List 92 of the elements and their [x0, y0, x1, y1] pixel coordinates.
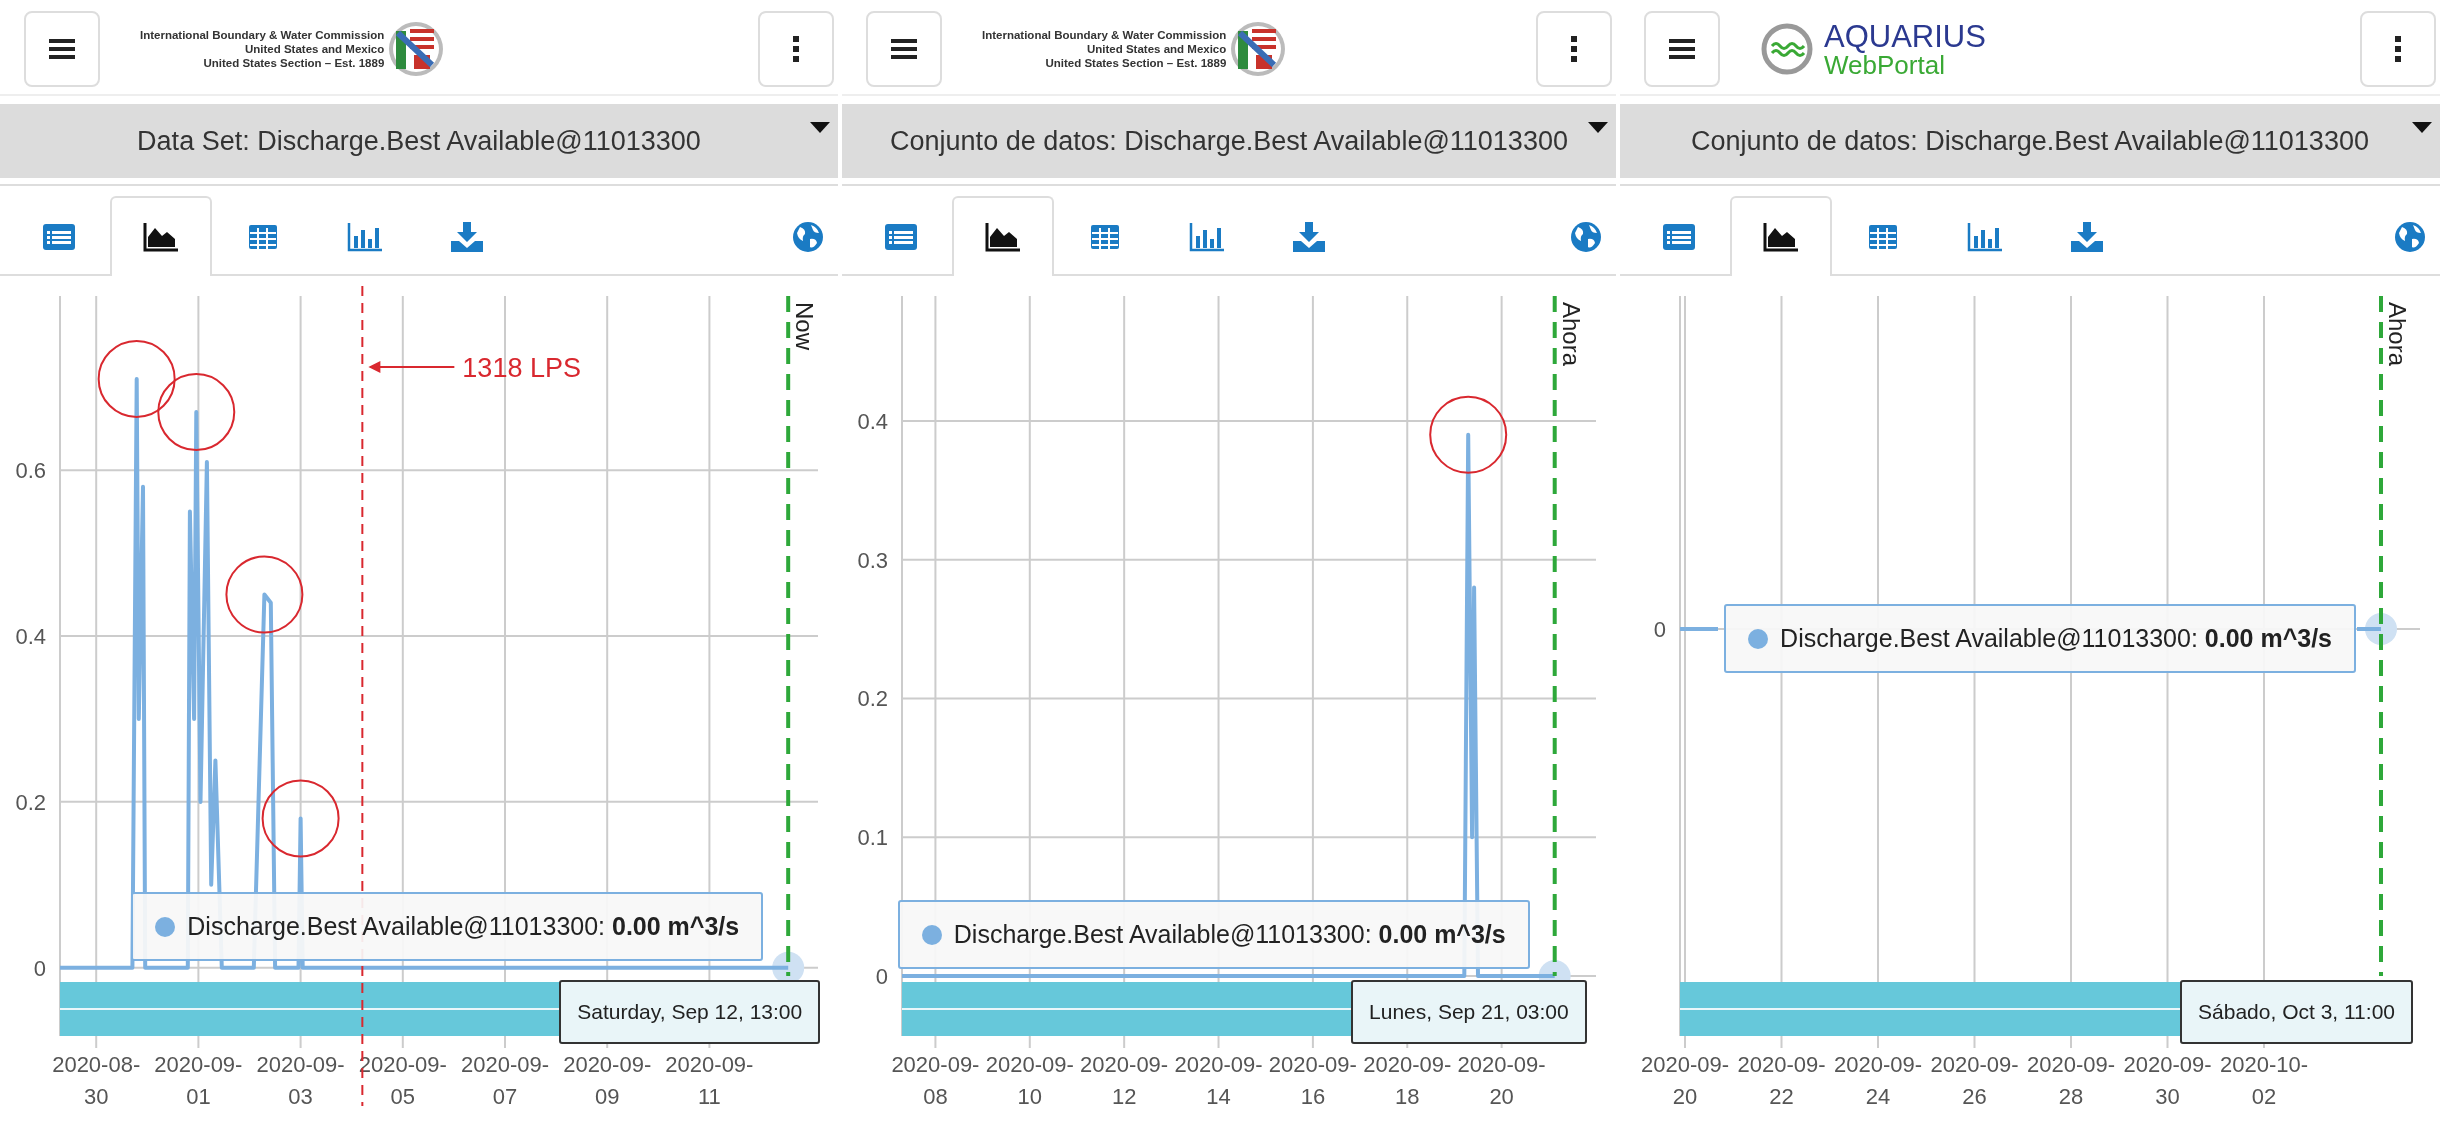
caret-icon: [1588, 122, 1608, 134]
globe-icon: [1570, 221, 1602, 253]
x-axis-label: 2020-09-20: [1640, 1052, 1730, 1109]
list-icon: [1662, 223, 1696, 251]
area-chart-icon: [985, 222, 1021, 252]
y-axis-label: 0.2: [15, 789, 46, 815]
y-axis-label: 0: [875, 964, 888, 989]
dataset-dropdown[interactable]: Data Set: Discharge.Best Available@11013300: [0, 104, 838, 178]
menu-button[interactable]: [866, 11, 942, 87]
logo-text: United States Section – Est. 1889: [1045, 56, 1227, 70]
logo-text: International Boundary & Water Commission: [982, 28, 1227, 42]
x-axis-label: 2020-09-24: [1833, 1052, 1923, 1109]
x-axis-label: 2020-09- 10: [985, 1052, 1074, 1109]
y-axis-label: 0: [33, 955, 46, 981]
more-vertical-icon: [791, 34, 801, 64]
date-tooltip: Saturday, Sep 12, 13:00: [559, 980, 821, 1044]
table-icon: [248, 224, 278, 250]
y-axis-label: 0.2: [857, 686, 888, 712]
x-axis-label: 2020-09- 14: [1174, 1052, 1263, 1109]
tooltip-text: Discharge.Best Available@11013300: 0.00 m^3/s: [187, 912, 740, 941]
view-tab[interactable]: [110, 196, 212, 276]
menu-icon: [47, 37, 77, 61]
y-axis-label: 0.6: [15, 458, 46, 484]
x-axis-label: 2020-09- 16: [1268, 1052, 1357, 1109]
view-tab[interactable]: [952, 196, 1054, 276]
x-axis-label: 2020-09-28: [2026, 1052, 2116, 1109]
table-icon: [1868, 224, 1898, 250]
globe-icon: [2394, 221, 2426, 253]
series-dot: [155, 916, 176, 937]
x-axis-label: 2020-09- 05: [358, 1052, 447, 1109]
series-dot: [1748, 628, 1769, 649]
logo-text: International Boundary & Water Commission: [140, 28, 385, 42]
y-axis-label: 0.1: [857, 825, 888, 851]
date-tooltip: Lunes, Sep 21, 03:00: [1351, 980, 1587, 1044]
tooltip-text: Discharge.Best Available@11013300: 0.00 m^3/s: [953, 920, 1506, 949]
hover-marker: [2365, 613, 2397, 645]
menu-button[interactable]: [1644, 11, 1720, 87]
bar-chart-icon: [347, 222, 383, 252]
logo-title: AQUARIUS: [1824, 20, 1986, 52]
y-axis-label: 0.3: [857, 547, 888, 573]
x-axis-label: 2020-09-22: [1737, 1052, 1826, 1109]
view-tab[interactable]: [1730, 196, 1832, 276]
x-axis-label: 2020-09- 12: [1080, 1052, 1169, 1109]
list-icon: [42, 223, 76, 251]
logo-text: United States and Mexico: [1087, 42, 1227, 56]
caret-icon: [2412, 122, 2432, 134]
x-axis-label: 2020-09- 03: [256, 1052, 345, 1109]
area-chart-icon: [143, 222, 179, 252]
table-icon: [1090, 224, 1120, 250]
y-axis-label: 0: [1653, 617, 1666, 642]
x-axis-label: 2020-08- 30: [52, 1052, 141, 1109]
x-axis-label: 2020-09- 11: [665, 1052, 754, 1109]
more-vertical-icon: [2393, 34, 2403, 64]
x-axis-label: 2020-09- 08: [891, 1052, 980, 1109]
y-axis-label: 0.4: [857, 408, 888, 434]
bar-chart-icon: [1189, 222, 1225, 252]
menu-icon: [1667, 37, 1697, 61]
y-axis-label: 0.4: [15, 624, 46, 649]
dataset-dropdown[interactable]: Conjunto de datos: Discharge.Best Available@11013300: [1620, 104, 2440, 178]
more-vertical-icon: [1569, 34, 1579, 64]
tooltip-text: Discharge.Best Available@11013300: 0.00 m^3/s: [1780, 624, 2332, 653]
x-axis-label: 2020-09- 20: [1457, 1052, 1546, 1109]
menu-icon: [889, 37, 919, 61]
flag-seal-icon: [388, 21, 445, 77]
download-icon: [2070, 221, 2104, 253]
flag-seal-icon: [1230, 21, 1287, 77]
download-icon: [450, 221, 484, 253]
x-axis-label: 2020-09- 07: [460, 1052, 550, 1109]
globe-icon: [792, 221, 824, 253]
x-axis-label: 2020-09-26: [1930, 1052, 2019, 1109]
menu-button[interactable]: [24, 11, 100, 87]
now-label: Ahora: [2384, 302, 2411, 367]
series-dot: [921, 924, 942, 945]
logo-text: United States Section – Est. 1889: [203, 56, 385, 70]
now-label: Now: [791, 302, 819, 350]
date-tooltip: Sábado, Oct 3, 11:00: [2180, 980, 2413, 1044]
area-chart-icon: [1763, 222, 1799, 252]
annotation-label: 1318 LPS: [462, 353, 581, 383]
dataset-dropdown[interactable]: Conjunto de datos: Discharge.Best Available@11013300: [842, 104, 1616, 178]
logo-text: United States and Mexico: [245, 42, 385, 56]
x-axis-label: 2020-09- 18: [1363, 1052, 1452, 1109]
x-axis-label: 2020-09-30: [2123, 1052, 2212, 1109]
caret-icon: [810, 122, 830, 134]
bar-chart-icon: [1967, 222, 2003, 252]
download-icon: [1292, 221, 1326, 253]
now-label: Ahora: [1557, 302, 1585, 367]
x-axis-label: 2020-10-02: [2219, 1052, 2309, 1109]
data-line: [1680, 627, 1718, 631]
wave-logo-icon: [1760, 22, 1814, 76]
x-axis-label: 2020-09- 01: [154, 1052, 243, 1109]
x-axis-label: 2020-09- 09: [563, 1052, 652, 1109]
list-icon: [884, 223, 918, 251]
